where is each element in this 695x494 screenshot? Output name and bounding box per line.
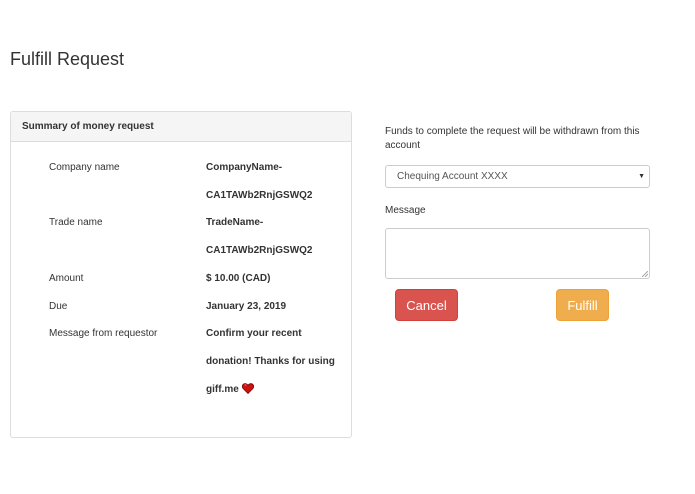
amount-value-line: $ 10.00 (CAD) [206,273,271,284]
account-select-value: Chequing Account XXXX [397,171,508,182]
requestor-message-value: Confirm your recent donation! Thanks for… [206,320,346,404]
due-value: January 23, 2019 [206,293,346,321]
account-label: Funds to complete the request will be wi… [385,126,640,151]
trade-name-value: TradeName- CA1TAWb2RnjGSWQ2 [206,209,346,265]
amount-label: Amount [49,273,84,284]
fulfill-button[interactable]: Fulfill [556,289,609,321]
summary-heading: Summary of money request [11,112,351,142]
message-textarea[interactable] [385,228,650,279]
trade-name-label: Trade name [49,217,103,228]
heart-icon [241,383,254,394]
page-title: Fulfill Request [10,49,125,69]
account-select[interactable]: Chequing Account XXXX ▼ [385,165,650,188]
company-name-label: Company name [49,162,120,173]
due-label: Due [49,301,68,312]
requestor-message-line: giff.me [206,384,239,395]
fulfill-form: Funds to complete the request will be wi… [385,125,651,321]
caret-down-icon: ▼ [638,173,645,180]
trade-name-value-line: TradeName- [206,217,264,228]
amount-value: $ 10.00 (CAD) [206,265,346,293]
summary-panel: Summary of money request Company name Co… [10,111,352,438]
requestor-message-last-line: giff.me [206,376,346,404]
message-label: Message [385,205,426,216]
company-name-value: CompanyName- CA1TAWb2RnjGSWQ2 [206,154,346,210]
requestor-message-label: Message from requestor [49,328,158,339]
company-name-value-line: CA1TAWb2RnjGSWQ2 [206,190,313,201]
company-name-value-line: CompanyName- [206,162,283,173]
requestor-message-line: Confirm your recent [206,328,302,339]
requestor-message-line: donation! Thanks for using [206,356,335,367]
trade-name-value-line: CA1TAWb2RnjGSWQ2 [206,245,313,256]
cancel-button[interactable]: Cancel [395,289,458,321]
due-value-line: January 23, 2019 [206,301,287,312]
